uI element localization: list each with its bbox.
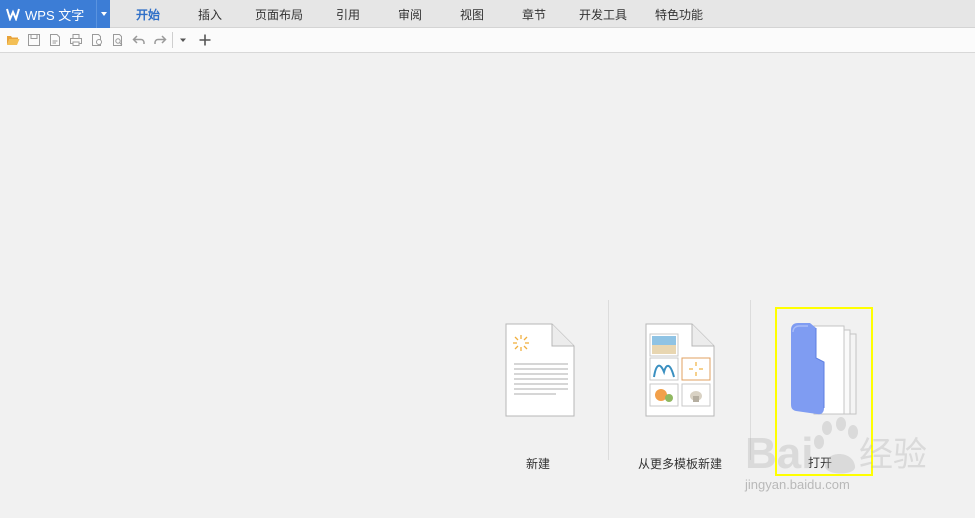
watermark-url: jingyan.baidu.com [745,477,850,492]
tab-section[interactable]: 章节 [522,0,546,28]
app-menu-button[interactable]: WPS 文字 [0,0,110,28]
save-icon[interactable] [27,33,41,47]
export-pdf-icon[interactable] [48,33,62,47]
new-document-button[interactable]: 新建 [500,320,580,475]
quick-access-toolbar [0,28,975,53]
find-icon[interactable] [111,33,125,47]
app-menu-dropdown-icon[interactable] [96,0,110,28]
redo-icon[interactable] [153,33,167,47]
tab-review[interactable]: 审阅 [398,0,422,28]
new-tab-plus-icon[interactable] [198,33,212,47]
wps-logo-icon [6,8,20,21]
open-folder-icon[interactable] [6,33,20,47]
tab-page-layout[interactable]: 页面布局 [255,0,303,28]
tab-start[interactable]: 开始 [136,0,160,28]
tab-developer[interactable]: 开发工具 [579,0,627,28]
print-icon[interactable] [69,33,83,47]
baidu-jingyan-watermark: Bai 经验 [745,417,927,478]
template-document-icon [645,323,715,417]
tab-special-features[interactable]: 特色功能 [655,0,703,28]
tab-references[interactable]: 引用 [336,0,360,28]
undo-icon[interactable] [132,33,146,47]
menu-bar: WPS 文字 开始 插入 页面布局 引用 审阅 视图 章节 开发工具 特色功能 [0,0,975,28]
new-from-template-button[interactable]: 从更多模板新建 [630,320,740,475]
tab-view[interactable]: 视图 [460,0,484,28]
customize-dropdown-icon[interactable] [176,33,190,47]
app-title: WPS 文字 [25,7,85,23]
tab-insert[interactable]: 插入 [198,0,222,28]
svg-text:Bai: Bai [745,429,813,478]
print-preview-icon[interactable] [90,33,104,47]
new-document-label: 新建 [525,457,550,471]
toolbar-separator [172,32,173,48]
new-from-template-label: 从更多模板新建 [637,457,722,471]
svg-text:经验: 经验 [859,435,927,475]
action-divider [608,300,609,460]
blank-document-icon [505,323,575,417]
